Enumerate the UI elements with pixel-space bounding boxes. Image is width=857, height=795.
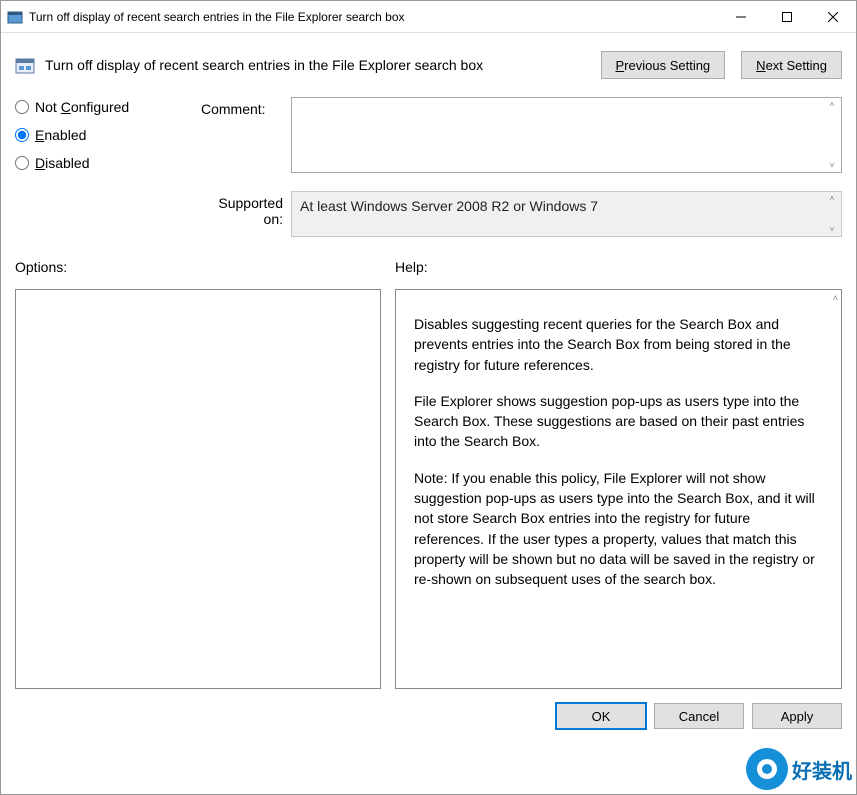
scroll-up-icon: ˄	[830, 100, 835, 109]
app-icon	[7, 9, 23, 25]
scroll-down-icon: ˅	[830, 225, 835, 234]
watermark-badge: 好装机	[746, 748, 852, 790]
lower-panes: Disables suggesting recent queries for t…	[1, 281, 856, 689]
supported-scrollbar[interactable]: ˄ ˅	[825, 194, 839, 234]
help-paragraph-2: File Explorer shows suggestion pop-ups a…	[414, 391, 823, 452]
options-pane[interactable]	[15, 289, 381, 689]
help-scroll-up-icon: ˄	[833, 293, 838, 303]
radio-not-configured-label: Not Configured	[35, 99, 129, 115]
help-paragraph-3: Note: If you enable this policy, File Ex…	[414, 468, 823, 590]
apply-button[interactable]: Apply	[752, 703, 842, 729]
watermark-logo-icon	[746, 748, 788, 790]
bottom-button-bar: OK Cancel Apply	[1, 689, 856, 729]
help-pane-wrapper: Disables suggesting recent queries for t…	[395, 289, 842, 689]
next-setting-button[interactable]: Next Setting	[741, 51, 842, 79]
help-label: Help:	[395, 259, 428, 275]
radio-not-configured[interactable]: Not Configured	[15, 99, 201, 115]
cancel-button[interactable]: Cancel	[654, 703, 744, 729]
policy-title: Turn off display of recent search entrie…	[45, 57, 585, 73]
supported-on-box: At least Windows Server 2008 R2 or Windo…	[291, 191, 842, 237]
config-area: Not Configured Enabled Disabled Comment:…	[1, 97, 856, 237]
comment-scrollbar[interactable]: ˄ ˅	[825, 100, 839, 170]
fields-column: Comment: ˄ ˅ Supported on: At least Wind…	[201, 97, 842, 237]
watermark-text: 好装机	[792, 755, 852, 784]
scroll-up-icon: ˄	[830, 194, 835, 203]
window-controls	[718, 1, 856, 32]
help-paragraph-1: Disables suggesting recent queries for t…	[414, 314, 823, 375]
window-title: Turn off display of recent search entrie…	[29, 10, 718, 24]
maximize-button[interactable]	[764, 1, 810, 32]
options-label: Options:	[15, 259, 395, 275]
radio-enabled-label: Enabled	[35, 127, 86, 143]
header-row: Turn off display of recent search entrie…	[1, 33, 856, 97]
comment-label: Comment:	[201, 97, 291, 117]
section-labels: Options: Help:	[1, 237, 856, 281]
close-button[interactable]	[810, 1, 856, 32]
ok-button[interactable]: OK	[556, 703, 646, 729]
help-pane[interactable]: Disables suggesting recent queries for t…	[395, 289, 842, 689]
radio-enabled-input[interactable]	[15, 128, 29, 142]
supported-on-value: At least Windows Server 2008 R2 or Windo…	[300, 198, 598, 214]
radio-disabled-label: Disabled	[35, 155, 90, 171]
radio-disabled[interactable]: Disabled	[15, 155, 201, 171]
radio-enabled[interactable]: Enabled	[15, 127, 201, 143]
radio-not-configured-input[interactable]	[15, 100, 29, 114]
policy-icon	[15, 55, 35, 75]
supported-on-label: Supported on:	[201, 191, 291, 227]
minimize-button[interactable]	[718, 1, 764, 32]
scroll-down-icon: ˅	[830, 161, 835, 170]
state-radio-group: Not Configured Enabled Disabled	[15, 97, 201, 237]
titlebar: Turn off display of recent search entrie…	[1, 1, 856, 33]
radio-disabled-input[interactable]	[15, 156, 29, 170]
previous-setting-button[interactable]: Previous Setting	[601, 51, 726, 79]
comment-textarea[interactable]: ˄ ˅	[291, 97, 842, 173]
